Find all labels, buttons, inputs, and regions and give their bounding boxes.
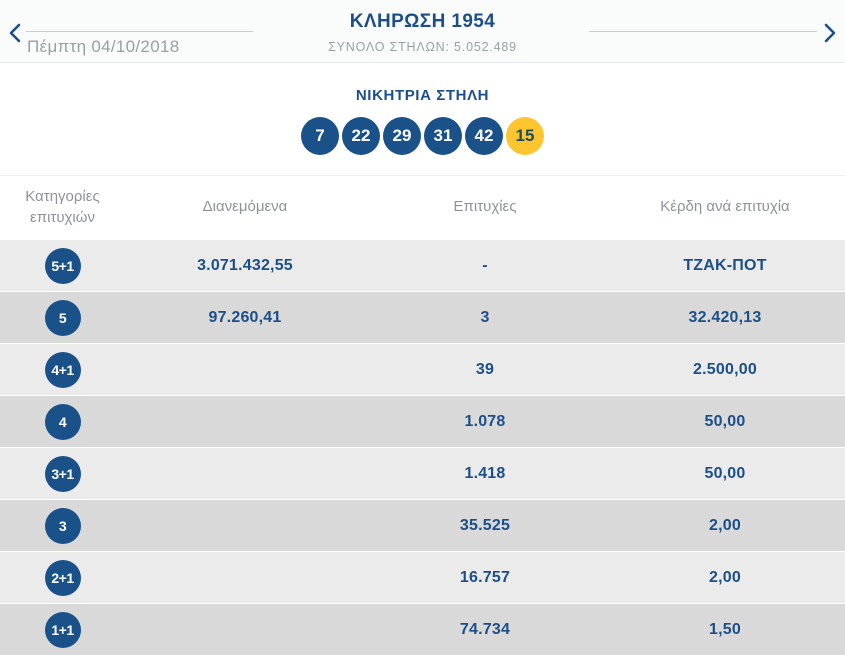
prize-value: 1,50 — [709, 620, 741, 638]
prize-table-header: Κατηγορίες επιτυχιών Διανεμόμενα Επιτυχί… — [0, 175, 845, 239]
category-badge: 2+1 — [44, 559, 81, 596]
header-distributed: Διανεμόμενα — [202, 198, 288, 216]
winning-number-ball: 29 — [383, 117, 421, 155]
table-row: 5 97.260,41 3 32.420,13 — [0, 291, 845, 343]
table-row: 3+1 1.418 50,00 — [0, 447, 845, 499]
winning-number-ball: 42 — [465, 117, 503, 155]
winners-value: 16.757 — [459, 568, 511, 586]
winning-number-ball: 31 — [424, 117, 462, 155]
table-row: 2+1 16.757 2,00 — [0, 551, 845, 603]
category-badge: 4+1 — [44, 351, 81, 388]
table-row: 1+1 74.734 1,50 — [0, 603, 845, 655]
header-categories: Κατηγορίες επιτυχιών — [25, 188, 100, 226]
prize-value: 2,00 — [709, 516, 741, 534]
chevron-left-icon — [8, 23, 22, 43]
category-badge: 3+1 — [44, 455, 81, 492]
header-divider-left — [26, 31, 253, 32]
winners-value: 1.418 — [464, 464, 506, 482]
category-badge: 5+1 — [44, 247, 81, 284]
winners-value: - — [482, 256, 488, 274]
winning-column-section: ΝΙΚΗΤΡΙΑ ΣΤΗΛΗ 7 22 29 31 42 15 — [0, 63, 845, 175]
previous-draw-button[interactable] — [2, 20, 28, 46]
winners-value: 35.525 — [459, 516, 511, 534]
prize-value: 2,00 — [709, 568, 741, 586]
winning-number-ball: 22 — [342, 117, 380, 155]
header-prize-per-win: Κέρδη ανά επιτυχία — [660, 198, 790, 216]
distributed-value: 97.260,41 — [208, 308, 282, 326]
category-badge: 1+1 — [44, 611, 81, 648]
table-row: 3 35.525 2,00 — [0, 499, 845, 551]
header-divider-right — [589, 31, 817, 32]
winning-column-title: ΝΙΚΗΤΡΙΑ ΣΤΗΛΗ — [355, 87, 490, 104]
draw-date: Πέμπτη 04/10/2018 — [27, 37, 180, 56]
joker-number-ball: 15 — [506, 117, 544, 155]
next-draw-button[interactable] — [817, 20, 843, 46]
distributed-value: 3.071.432,55 — [197, 256, 293, 274]
prize-table: Κατηγορίες επιτυχιών Διανεμόμενα Επιτυχί… — [0, 175, 845, 655]
winners-value: 39 — [475, 360, 495, 378]
table-row: 5+1 3.071.432,55 - ΤΖΑΚ-ΠΟΤ — [0, 239, 845, 291]
winners-value: 3 — [480, 308, 490, 326]
prize-value: 2.500,00 — [693, 360, 757, 378]
prize-value: 32.420,13 — [688, 308, 762, 326]
table-row: 4 1.078 50,00 — [0, 395, 845, 447]
prize-value: ΤΖΑΚ-ΠΟΤ — [683, 256, 767, 274]
winning-numbers: 7 22 29 31 42 15 — [0, 117, 845, 155]
draw-results-page: Πέμπτη 04/10/2018 ΚΛΗΡΩΣΗ 1954 ΣΥΝΟΛΟ ΣΤ… — [0, 0, 845, 655]
category-badge: 3 — [44, 507, 81, 544]
chevron-right-icon — [823, 23, 837, 43]
prize-value: 50,00 — [704, 464, 746, 482]
draw-header: Πέμπτη 04/10/2018 ΚΛΗΡΩΣΗ 1954 ΣΥΝΟΛΟ ΣΤ… — [0, 0, 845, 63]
prize-value: 50,00 — [704, 412, 746, 430]
winning-number-ball: 7 — [301, 117, 339, 155]
draw-title: ΚΛΗΡΩΣΗ 1954 — [349, 11, 496, 32]
table-row: 4+1 39 2.500,00 — [0, 343, 845, 395]
winners-value: 74.734 — [459, 620, 511, 638]
header-winners: Επιτυχίες — [453, 198, 517, 216]
winners-value: 1.078 — [464, 412, 506, 430]
category-badge: 4 — [44, 403, 81, 440]
category-badge: 5 — [44, 299, 81, 336]
